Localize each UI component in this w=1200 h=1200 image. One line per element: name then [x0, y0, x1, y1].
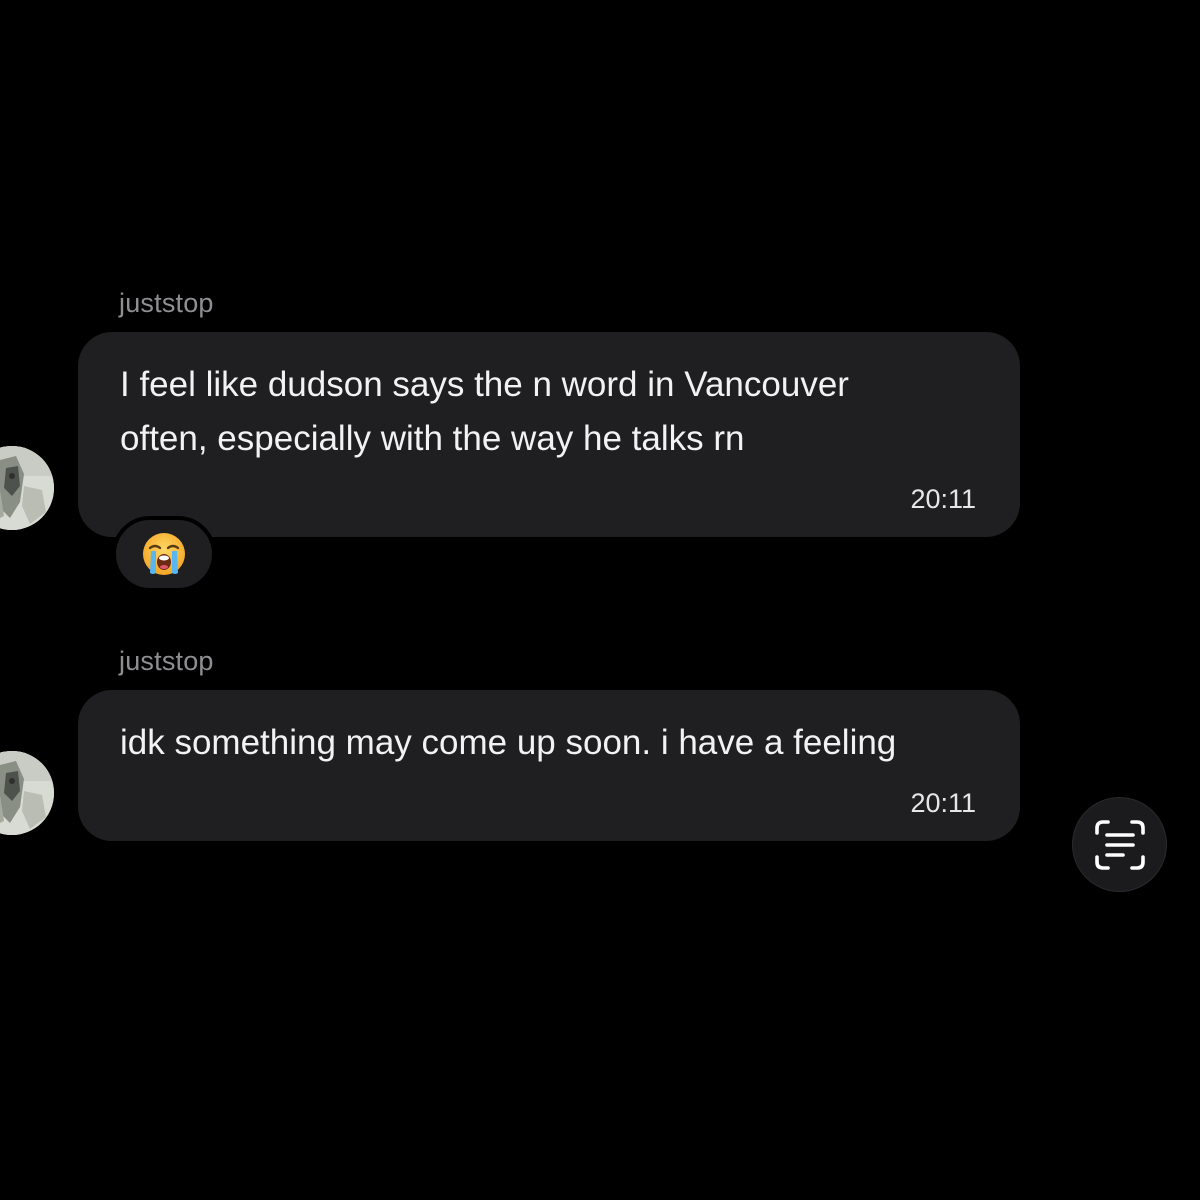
- avatar[interactable]: [0, 446, 54, 530]
- live-text-scan-button[interactable]: [1072, 797, 1167, 892]
- message-text: idk something may come up soon. i have a…: [120, 723, 897, 762]
- avatar-image: [0, 751, 54, 835]
- chat-thread: juststop I feel like dudson says the n w…: [0, 0, 1200, 1200]
- avatar[interactable]: [0, 751, 54, 835]
- sender-name: juststop: [119, 288, 214, 318]
- sender-name: juststop: [119, 646, 214, 676]
- message-bubble[interactable]: I feel like dudson says the n word in Va…: [78, 332, 1020, 537]
- loudly-crying-face-icon: [143, 533, 185, 575]
- message-timestamp: 20:11: [910, 788, 976, 818]
- avatar-image: [0, 446, 54, 530]
- message-text: I feel like dudson says the n word in Va…: [120, 365, 849, 458]
- message-timestamp: 20:11: [910, 484, 976, 514]
- message-bubble[interactable]: idk something may come up soon. i have a…: [78, 690, 1020, 841]
- reaction-badge[interactable]: [112, 516, 216, 592]
- live-text-scan-icon: [1094, 819, 1145, 870]
